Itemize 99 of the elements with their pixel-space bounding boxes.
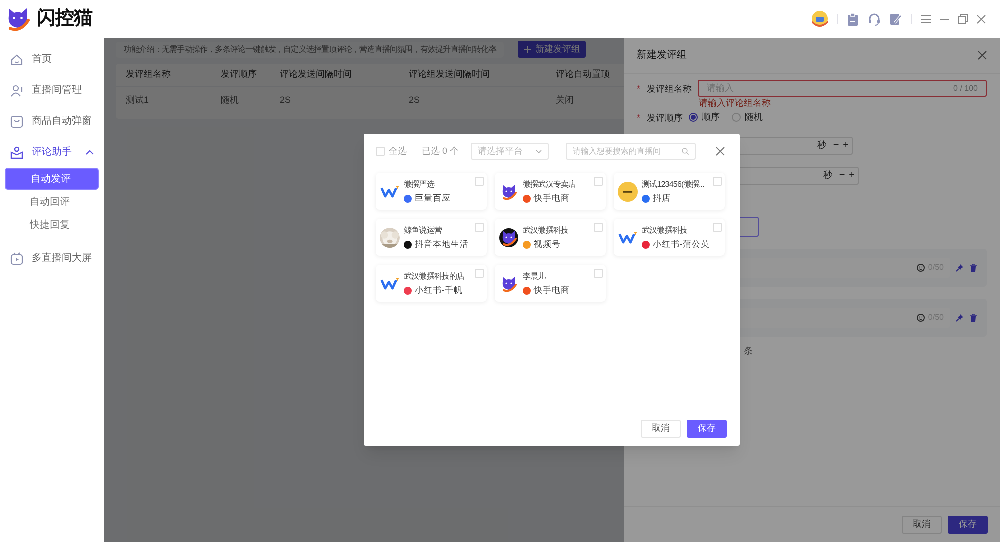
unit-label: 秒 [817,138,826,152]
menu-item[interactable]: 多直播间大屏 [0,243,104,274]
room-card[interactable]: 武汉微撰科技 视频号 [495,219,606,256]
radio-button[interactable] [689,113,698,122]
table-cell-text: 2S [280,94,292,108]
platform-name: 快手电商 [534,285,570,296]
checkbox[interactable] [475,269,484,278]
platform-name: 快手电商 [534,193,570,204]
checkbox[interactable] [713,177,722,186]
platform-name: 巨量百应 [415,193,451,204]
room-name: 武汉微撰科技 [523,225,569,236]
room-card[interactable]: 鲸鱼说运营 抖音本地生活 [376,219,487,256]
round-badge-icon [618,182,638,202]
menu-item[interactable]: 直播间管理 [0,75,104,106]
pin-icon[interactable] [956,264,964,272]
emoji-icon[interactable] [917,264,926,272]
platform-name: 视频号 [534,239,561,250]
chevron-icon [536,150,542,154]
field-label: 发评顺序 [647,112,683,124]
select-all-checkbox[interactable]: 全选 [376,144,407,158]
column-header: 评论自动置顶 [556,68,611,82]
trash-icon[interactable] [970,264,977,272]
headset-icon[interactable] [868,12,881,26]
cat-logo-icon [499,228,519,248]
pin-icon[interactable] [956,314,964,322]
checkbox[interactable] [594,223,603,232]
submenu-item[interactable]: 自动发评 [5,168,99,190]
emoji-icon[interactable] [917,314,926,322]
chevron-icon [86,150,94,155]
cancel-button[interactable]: 取消 [902,516,942,534]
menu-group[interactable]: 评论助手 [0,137,104,168]
search-icon [682,148,690,155]
minus-button[interactable]: − [833,140,840,150]
plus-button[interactable]: + [843,140,849,150]
checkbox[interactable] [594,177,603,186]
radio-option[interactable]: 随机 [732,111,763,124]
required-mark: * [637,82,641,94]
column-header: 评论组发送间隔时间 [409,68,491,82]
room-name: 微撰武汉专卖店 [523,179,576,190]
drawer-title: 新建发评组 [637,48,687,63]
person-icon [10,84,24,98]
cancel-button[interactable]: 取消 [641,420,681,438]
room-card[interactable]: 武汉微撰科技的店 小红书-千帆 [376,265,487,302]
checkbox[interactable] [475,223,484,232]
menu-item[interactable]: 首页 [0,44,104,75]
home-icon [10,52,24,66]
new-group-button[interactable]: 新建发评组 [518,41,586,58]
room-name: 微撰严选 [404,179,434,190]
tv-icon [10,252,24,266]
selection-count: 已选 0 个 [422,144,460,158]
checkbox[interactable] [713,223,722,232]
checkbox[interactable] [475,177,484,186]
close-icon[interactable] [977,14,986,24]
menu-icon[interactable] [921,14,931,24]
platform-name: 抖店 [653,193,671,204]
platform-name: 抖音本地生活 [415,239,469,250]
trash-icon[interactable] [970,314,977,322]
submenu-item[interactable]: 自动回评 [5,191,99,213]
close-icon[interactable] [716,147,726,156]
room-card[interactable]: 测试123456(微撰... 抖店 [614,173,725,210]
room-card[interactable]: 武汉微撰科技 小红书-蒲公英 [614,219,725,256]
hint-text: 条 [744,344,753,358]
table-cell-text: 关闭 [556,94,575,108]
room-card[interactable]: 微撰严选 巨量百应 [376,173,487,210]
room-card[interactable]: 李晨儿 快手电商 [495,265,606,302]
room-name: 鲸鱼说运营 [404,225,442,236]
room-name: 武汉微撰科技 [642,225,688,236]
restore-icon[interactable] [958,14,968,24]
plus-icon [524,46,532,53]
minus-button[interactable]: − [839,170,846,180]
edit-icon[interactable] [890,12,902,26]
column-header: 发评顺序 [221,68,258,82]
save-button[interactable]: 保存 [687,420,727,438]
close-icon[interactable] [978,51,987,60]
room-name: 李晨儿 [523,271,546,282]
app-name: 闪控猫 [37,6,93,31]
field-label: 发评组名称 [647,82,692,94]
error-text: 请输入评论组名称 [699,97,771,109]
table-cell-text: 测试1 [126,94,150,108]
table-cell-text: 2S [409,94,422,108]
table-cell-text: 随机 [221,94,240,108]
submenu-item[interactable]: 快捷回复 [5,214,99,236]
clipboard-icon[interactable] [847,12,859,26]
checkbox[interactable] [594,269,603,278]
platform-name: 小红书-千帆 [415,285,463,296]
column-header: 评论发送间隔时间 [280,68,353,82]
room-card[interactable]: 微撰武汉专卖店 快手电商 [495,173,606,210]
unit-label: 秒 [823,168,832,182]
room-name: 测试123456(微撰... [642,179,704,190]
room-name: 武汉微撰科技的店 [404,271,465,282]
radio-option[interactable]: 顺序 [689,111,720,124]
required-mark: * [637,112,641,124]
window-icon [10,114,24,128]
menu-item[interactable]: 商品自动弹窗 [0,106,104,137]
save-button[interactable]: 保存 [948,516,988,534]
plus-button[interactable]: + [849,170,855,180]
platform-name: 小红书-蒲公英 [653,239,710,250]
column-header: 发评组名称 [126,68,172,82]
user-avatar[interactable] [812,11,828,27]
